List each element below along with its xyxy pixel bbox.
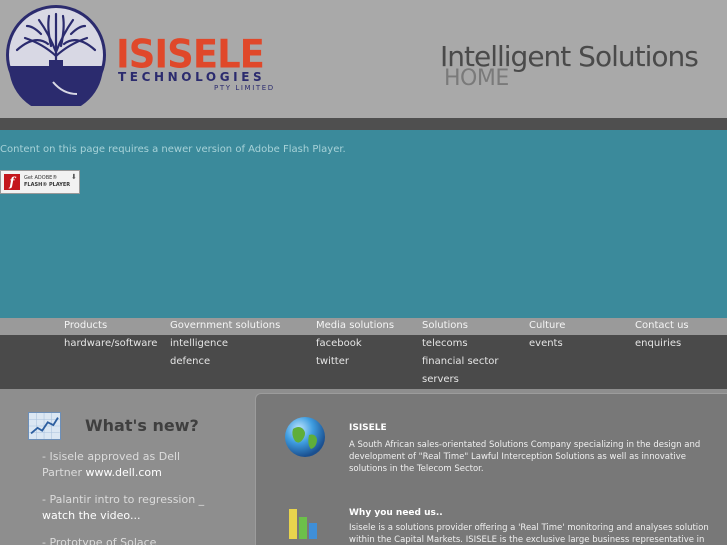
chart-icon: [28, 412, 61, 440]
logo-wordmark[interactable]: ISISELE: [116, 35, 265, 74]
download-arrow-icon: ⬇: [71, 173, 77, 181]
globe-icon: [285, 417, 325, 457]
nav-culture[interactable]: Culture: [529, 320, 565, 331]
logo-subtitle: TECHNOLOGIES: [118, 70, 266, 84]
get-flash-player-button[interactable]: f Get ADOBE® FLASH® PLAYER ⬇: [0, 170, 80, 194]
nav-solutions[interactable]: Solutions: [422, 320, 468, 331]
nav-products[interactable]: Products: [64, 320, 107, 331]
bar-chart-icon: [289, 509, 317, 539]
watch-video-link[interactable]: watch the video...: [42, 509, 140, 522]
logo-pty-limited: PTY LIMITED: [214, 84, 275, 92]
nav-twitter[interactable]: twitter: [316, 356, 349, 367]
nav-facebook[interactable]: facebook: [316, 338, 362, 349]
flash-logo-icon: f: [4, 174, 20, 190]
nav-financial-sector[interactable]: financial sector: [422, 356, 498, 367]
nav-contact-us[interactable]: Contact us: [635, 320, 689, 331]
section-text-why: Isisele is a solutions provider offering…: [349, 523, 709, 545]
news-text: - Prototype of Solace: [42, 536, 157, 545]
dell-link[interactable]: www.dell.com: [85, 466, 161, 479]
section-title-isisele: ISISELE: [349, 423, 387, 433]
flash-button-line1: Get ADOBE®: [24, 175, 58, 181]
nav-media-solutions[interactable]: Media solutions: [316, 320, 394, 331]
flash-required-message: Content on this page requires a newer ve…: [0, 144, 346, 155]
tree-logo-icon[interactable]: [3, 4, 109, 106]
news-text: - Palantir intro to regression _: [42, 493, 205, 506]
nav-government-solutions[interactable]: Government solutions: [170, 320, 280, 331]
news-item: - Isisele approved as Dell Partner www.d…: [42, 449, 207, 481]
header-divider: [0, 118, 727, 130]
nav-events[interactable]: events: [529, 338, 563, 349]
section-title-why: Why you need us..: [349, 508, 443, 518]
nav-telecoms[interactable]: telecoms: [422, 338, 468, 349]
nav-defence[interactable]: defence: [170, 356, 210, 367]
flash-button-line2: FLASH® PLAYER: [24, 182, 71, 188]
news-item: - Prototype of Solace: [42, 535, 207, 545]
site-header: ISISELE TECHNOLOGIES PTY LIMITED Intelli…: [0, 0, 727, 118]
nav-servers[interactable]: servers: [422, 374, 459, 385]
whats-new-heading: What's new?: [85, 416, 199, 435]
nav-hardware-software[interactable]: hardware/software: [64, 338, 157, 349]
nav-intelligence[interactable]: intelligence: [170, 338, 228, 349]
page-title: HOME: [444, 66, 509, 91]
news-item: - Palantir intro to regression _ watch t…: [42, 492, 207, 524]
nav-enquiries[interactable]: enquiries: [635, 338, 681, 349]
section-text-isisele: A South African sales-orientated Solutio…: [349, 440, 701, 474]
flash-content-area: Content on this page requires a newer ve…: [0, 130, 727, 318]
